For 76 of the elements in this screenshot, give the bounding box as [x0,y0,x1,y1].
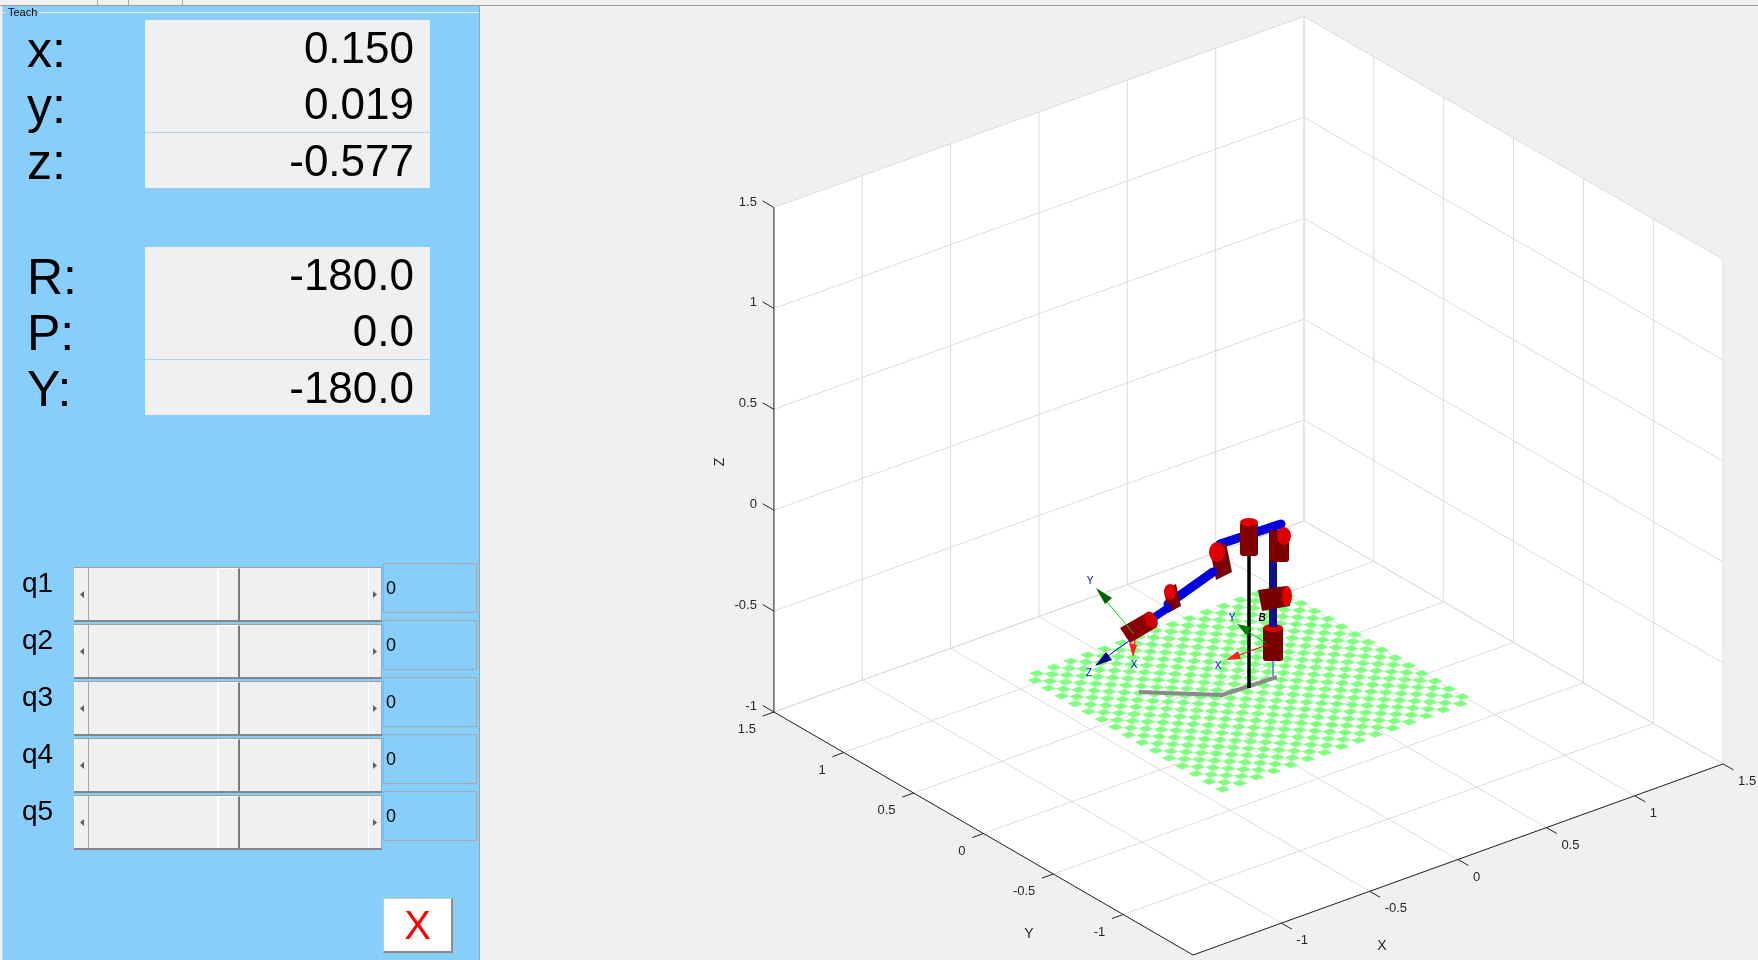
pose-value-readout: -0.577 [145,132,430,188]
frame-axis-label: Y [1228,612,1236,623]
axis-title: Z [711,457,727,467]
pose-value-readout: -180.0 [145,359,430,415]
frame-axis-label: Y [1086,575,1094,586]
tick-label: -1 [745,698,757,713]
joint-value-field[interactable]: 0 [383,620,477,670]
tick-label: 0 [958,842,966,858]
scroll-left-button[interactable] [74,682,89,734]
frame-axis-label: X [1130,659,1138,670]
frame-axis-label: X [1214,660,1222,671]
joint-label: q5 [21,794,55,828]
tick-label: -0.5 [734,597,757,613]
joint-label: q4 [21,737,55,771]
joint-value-field[interactable]: 0 [383,734,477,784]
tick-label: 0 [749,496,757,512]
caret-right-icon [373,590,377,598]
frame-name-label: B [1258,612,1266,623]
frame-axis-label: Z [1085,667,1093,678]
pose-value-readout: 0.150 [145,20,430,76]
caret-left-icon [79,647,84,655]
tick-label: 0.5 [1561,836,1580,852]
pose-value-readout: 0.019 [145,76,430,132]
slider-thumb[interactable] [217,568,240,620]
tick-label: 1 [1649,804,1658,820]
tick-label: -1 [1093,923,1106,939]
tick-label: -1 [1296,932,1308,948]
pose-value-readout: -180.0 [145,247,430,303]
caret-right-icon [373,704,377,712]
axis-title: Y [1024,925,1034,941]
tick-label: 1.5 [737,721,756,736]
joint-label: q1 [21,566,55,600]
scroll-left-button[interactable] [74,796,89,848]
slider-thumb[interactable] [217,625,240,677]
scroll-left-button[interactable] [74,739,89,791]
slider-thumb[interactable] [217,796,240,848]
caret-left-icon [79,818,84,826]
tick-label: 0.5 [877,802,896,817]
scroll-right-button[interactable] [368,625,382,677]
caret-left-icon [79,761,84,769]
pose-value-readout: 0.0 [145,303,430,359]
tick-label: 0.5 [738,395,757,411]
tick-label: 1.5 [738,193,757,209]
joint-label: q3 [21,680,55,714]
joint-label: q2 [21,623,55,657]
pose-label: R: [26,248,78,303]
scroll-left-button[interactable] [74,625,89,677]
pose-label: P: [26,304,76,359]
joint-value-field[interactable]: 0 [383,791,477,841]
pose-label: Y: [26,360,73,415]
tick-label: -0.5 [1384,900,1408,916]
pose-label: z: [26,133,67,188]
pose-label: y: [26,77,67,132]
caret-left-icon [79,704,84,712]
joint-value-field[interactable]: 0 [383,563,477,613]
caret-left-icon [79,590,84,598]
caret-right-icon [373,761,377,769]
tick-label: 0 [1473,868,1481,884]
tick-label: -0.5 [1012,883,1036,898]
tick-label: 1.5 [1738,772,1757,788]
scroll-right-button[interactable] [368,682,382,734]
scroll-right-button[interactable] [368,568,382,620]
joint-value-field[interactable]: 0 [383,677,477,727]
tick-label: 1 [749,294,757,310]
tick-label: 1 [818,761,826,777]
scroll-right-button[interactable] [368,796,382,848]
scroll-left-button[interactable] [74,568,89,620]
axis-title: X [1377,937,1387,953]
caret-right-icon [373,647,377,655]
panel-title: Teach [7,6,39,19]
caret-right-icon [373,818,377,826]
close-button[interactable]: X [383,898,453,953]
pose-label: x: [26,21,67,76]
slider-thumb[interactable] [217,682,240,734]
scroll-right-button[interactable] [368,739,382,791]
slider-thumb[interactable] [217,739,240,791]
